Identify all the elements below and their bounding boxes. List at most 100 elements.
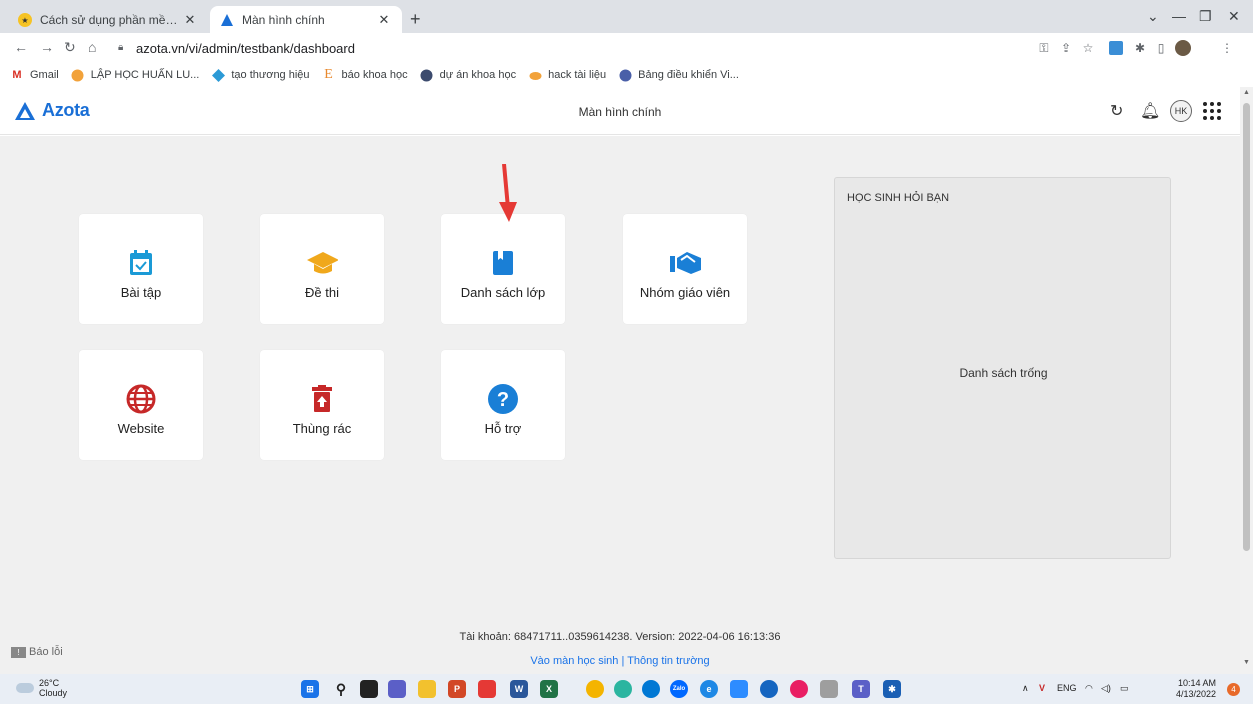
back-icon[interactable]: ←	[14, 39, 28, 55]
key-icon[interactable]: ⚿	[1036, 40, 1052, 56]
home-icon[interactable]: ⌂	[88, 39, 96, 55]
tile-de-thi[interactable]: Đề thi	[260, 214, 384, 324]
scroll-down-icon[interactable]: ▼	[1243, 659, 1250, 666]
puzzle-icon[interactable]: ✱	[1132, 40, 1148, 56]
close-tab-icon[interactable]: ✕	[182, 12, 198, 28]
question-icon: ?	[487, 383, 519, 415]
panel-empty-text: Danh sách trống	[959, 366, 1048, 380]
system-clock[interactable]: 10:14 AM 4/13/2022	[1176, 678, 1216, 700]
account-info: Tài khoản: 68471711..0359614238. Version…	[459, 631, 781, 643]
unikey-icon[interactable]: V	[1039, 683, 1045, 693]
bookmark-label: tạo thương hiệu	[231, 69, 310, 81]
file-explorer-icon[interactable]	[418, 680, 436, 698]
link-separator: |	[621, 655, 625, 667]
refresh-icon[interactable]: ↻	[1110, 101, 1123, 121]
minimize-icon[interactable]: —	[1172, 8, 1186, 24]
weather-widget[interactable]: 26°C Cloudy	[16, 678, 67, 698]
tile-label: Bài tập	[120, 285, 162, 300]
share-icon[interactable]: ⇪	[1058, 40, 1074, 56]
task-view-icon[interactable]	[360, 680, 378, 698]
powerpoint-icon[interactable]: P	[448, 680, 466, 698]
tray-overflow-icon[interactable]: ∧	[1022, 683, 1029, 694]
language-indicator[interactable]: ENG	[1057, 683, 1077, 693]
weather-temp: 26°C	[39, 678, 60, 688]
bookmark-label: báo khoa học	[341, 69, 408, 81]
search-icon[interactable]: ⚲	[332, 680, 350, 698]
tile-ho-tro[interactable]: ? Hỗ trợ	[441, 350, 565, 460]
tile-danh-sach-lop[interactable]: Danh sách lớp	[441, 214, 565, 324]
report-label: Báo lỗi	[29, 646, 63, 658]
tile-thung-rac[interactable]: Thùng rác	[260, 350, 384, 460]
menu-kebab-icon[interactable]: ⋮	[1219, 40, 1235, 56]
tile-nhom-giao-vien[interactable]: Nhóm giáo viên	[623, 214, 747, 324]
tab-title: Cách sử dụng phần mềm Azota |	[40, 12, 182, 27]
zalo-icon[interactable]: Zalo	[670, 680, 688, 698]
extension-icon[interactable]	[1108, 40, 1124, 56]
tile-label: Đề thi	[305, 285, 339, 300]
tab-azota-guide[interactable]: ★ Cách sử dụng phần mềm Azota | ✕	[8, 6, 208, 33]
chrome-icon[interactable]	[586, 680, 604, 698]
color-drop-icon[interactable]	[790, 680, 808, 698]
forward-icon[interactable]: →	[40, 39, 54, 55]
handshake-icon	[669, 247, 701, 279]
close-tab-icon[interactable]: ✕	[376, 12, 392, 28]
teams-icon[interactable]: T	[852, 680, 870, 698]
reload-icon[interactable]: ↻	[64, 39, 76, 56]
tile-label: Nhóm giáo viên	[639, 285, 731, 300]
school-info-link[interactable]: Thông tin trường	[627, 655, 709, 667]
wifi-icon[interactable]: ◠	[1085, 683, 1093, 694]
windows-start-icon[interactable]: ⊞	[301, 680, 319, 698]
address-bar[interactable]: 🔒︎ azota.vn/vi/admin/testbank/dashboard	[118, 36, 1018, 60]
tab-title: Màn hình chính	[242, 12, 325, 27]
tab-search-icon[interactable]: ⌄	[1147, 8, 1159, 25]
student-view-link[interactable]: Vào màn học sinh	[530, 655, 618, 667]
excel-icon[interactable]: X	[540, 680, 558, 698]
bookmark-dashboard[interactable]: Bảng điều khiển Vi...	[618, 68, 739, 82]
report-bug-button[interactable]: ! Báo lỗi	[11, 646, 63, 658]
maximize-icon[interactable]: ❐	[1199, 8, 1212, 25]
bookmark-thuong-hieu[interactable]: tạo thương hiệu	[211, 68, 310, 82]
tab-dashboard[interactable]: Màn hình chính ✕	[210, 6, 402, 33]
trash-icon	[306, 383, 338, 415]
app-icon[interactable]	[478, 680, 496, 698]
bookmark-gmail[interactable]: M Gmail	[10, 68, 58, 82]
coccoc-icon[interactable]	[614, 680, 632, 698]
apps-grid-icon[interactable]	[1203, 102, 1221, 120]
page-scrollbar[interactable]: ▲ ▼	[1240, 87, 1253, 674]
letter-e-icon: E	[324, 67, 333, 82]
bookmark-lop-hoc[interactable]: LẬP HỌC HUẤN LU...	[71, 68, 199, 82]
bell-icon[interactable]: 🔔︎	[1140, 101, 1160, 121]
tile-bai-tap[interactable]: Bài tập	[79, 214, 203, 324]
battery-icon[interactable]: ▭	[1120, 683, 1129, 694]
bird-icon	[528, 68, 542, 82]
new-tab-icon[interactable]: +	[410, 9, 421, 30]
scroll-thumb[interactable]	[1243, 103, 1250, 551]
snipping-icon[interactable]	[820, 680, 838, 698]
star-bookmark-icon[interactable]: ☆	[1080, 40, 1096, 56]
sidepanel-icon[interactable]: ▯	[1153, 40, 1169, 56]
browser-toolbar: ← → ↻ ⌂ 🔒︎ azota.vn/vi/admin/testbank/da…	[0, 33, 1253, 63]
profile-icon[interactable]	[1175, 40, 1191, 56]
close-window-icon[interactable]: ✕	[1228, 8, 1240, 25]
zoom-icon[interactable]	[730, 680, 748, 698]
svg-text:?: ?	[497, 389, 509, 411]
bookmark-bao-khoa-hoc[interactable]: E báo khoa học	[322, 67, 408, 82]
page-title: Màn hình chính	[578, 105, 662, 119]
app-icon-3[interactable]: ✱	[883, 680, 901, 698]
svg-text:★: ★	[21, 16, 28, 25]
scroll-up-icon[interactable]: ▲	[1243, 89, 1250, 96]
bookmark-hack-tai-lieu[interactable]: hack tài liệu	[528, 68, 606, 82]
windows-taskbar: 26°C Cloudy ⊞ ⚲ P W X Zalo e T ✱ ∧ V ENG…	[0, 674, 1253, 704]
weather-condition: Cloudy	[39, 688, 68, 698]
chat-icon[interactable]	[388, 680, 406, 698]
avatar[interactable]: HK	[1170, 100, 1192, 122]
ie-icon[interactable]: e	[700, 680, 718, 698]
notification-icon[interactable]: 4	[1227, 683, 1240, 696]
word-icon[interactable]: W	[510, 680, 528, 698]
app-icon-2[interactable]	[760, 680, 778, 698]
edge-icon[interactable]	[642, 680, 660, 698]
tile-website[interactable]: Website	[79, 350, 203, 460]
speaker-icon[interactable]: ◁)	[1101, 683, 1111, 694]
app-header: Azota Màn hình chính ↻ 🔔︎ HK	[0, 87, 1240, 135]
bookmark-du-an[interactable]: dự án khoa học	[420, 68, 516, 82]
